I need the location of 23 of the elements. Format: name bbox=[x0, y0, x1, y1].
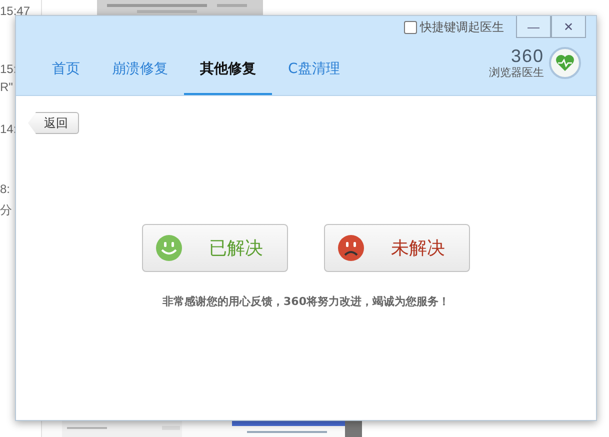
unsolved-button[interactable]: 未解决 bbox=[324, 224, 470, 272]
solved-button[interactable]: 已解决 bbox=[142, 224, 288, 272]
checkbox[interactable] bbox=[404, 21, 417, 34]
nav-tab[interactable]: 首页 bbox=[36, 16, 96, 95]
nav-tab[interactable]: 崩溃修复 bbox=[96, 16, 184, 95]
timestamp-text: 15:47 bbox=[0, 4, 30, 18]
smiley-face-icon bbox=[155, 234, 183, 262]
logo-name: 浏览器医生 bbox=[489, 64, 544, 80]
timestamp-text: 14: bbox=[0, 122, 17, 136]
close-button[interactable]: ✕ bbox=[551, 16, 586, 38]
timestamp-text: 15: bbox=[0, 62, 17, 76]
nav-tab[interactable]: 其他修复 bbox=[184, 16, 272, 95]
timestamp-text: 8: bbox=[0, 182, 10, 196]
logo-number: 360 bbox=[510, 46, 544, 64]
sad-face-icon bbox=[337, 234, 365, 262]
checkbox-label: 快捷键调起医生 bbox=[420, 19, 504, 36]
timestamp-text: R" bbox=[0, 80, 13, 94]
back-button[interactable]: 返回 bbox=[28, 112, 79, 134]
nav-tab[interactable]: C盘清理 bbox=[272, 16, 356, 95]
heart-logo-icon bbox=[548, 46, 582, 80]
minimize-button[interactable]: — bbox=[516, 16, 551, 38]
timestamp-text: 分 bbox=[0, 202, 12, 219]
feedback-message: 非常感谢您的用心反馈，360将努力改进，竭诚为您服务！ bbox=[162, 294, 450, 309]
